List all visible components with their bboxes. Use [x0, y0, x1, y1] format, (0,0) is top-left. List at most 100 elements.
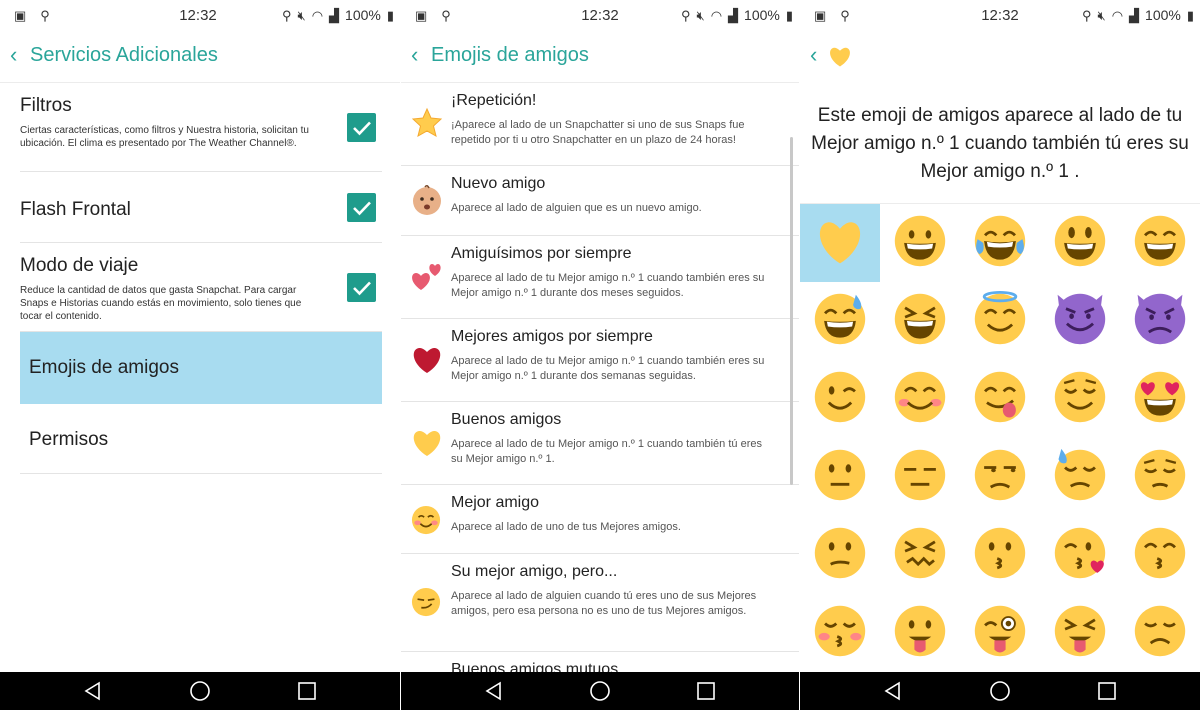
emoji-cell[interactable] — [800, 204, 880, 282]
kissing-smiling-eyes-icon — [1132, 525, 1188, 586]
emoji-cell[interactable] — [880, 594, 960, 672]
emoji-cell[interactable] — [880, 516, 960, 594]
expressionless-icon — [892, 447, 948, 508]
signal-icon: ▟ — [329, 7, 340, 23]
list-item[interactable]: ¡Repetición! ¡Aparece al lado de un Snap… — [401, 83, 799, 166]
status-bar: ▣ ⚲ 12:32 ⚲ 🔇︎ ◠ ▟ 100% ▮ — [800, 0, 1200, 31]
item-desc: Aparece al lado de alguien que es un nue… — [451, 202, 702, 214]
emoji-cell[interactable] — [960, 594, 1040, 672]
star-icon — [411, 107, 443, 144]
smile-icon — [1132, 213, 1188, 274]
scrollbar[interactable] — [790, 137, 793, 485]
smiley-icon — [1052, 213, 1108, 274]
yellow-heart-icon — [828, 44, 852, 73]
item-desc: ¡Aparece al lado de un Snapchatter si un… — [451, 119, 745, 146]
list-item[interactable]: Mejores amigos por siempre Aparece al la… — [401, 319, 799, 402]
emoji-cell[interactable] — [800, 282, 880, 360]
list-item[interactable]: Su mejor amigo, pero... Aparece al lado … — [401, 554, 799, 652]
yellow-heart-icon — [812, 213, 868, 274]
list-item[interactable]: Amiguísimos por siempre Aparece al lado … — [401, 236, 799, 319]
nav-recents-icon[interactable] — [686, 676, 726, 706]
emoji-cell[interactable] — [800, 360, 880, 438]
nav-back-icon[interactable] — [73, 676, 113, 706]
flash-frontal-checkbox[interactable] — [347, 193, 376, 222]
list-item[interactable]: Nuevo amigo Aparece al lado de alguien q… — [401, 166, 799, 236]
filtros-checkbox[interactable] — [347, 113, 376, 142]
wink-icon — [812, 369, 868, 430]
item-title: ¡Repetición! — [451, 92, 537, 109]
emoji-cell[interactable] — [1040, 516, 1120, 594]
modo-de-viaje-checkbox[interactable] — [347, 273, 376, 302]
list-item[interactable]: Mejor amigo Aparece al lado de uno de tu… — [401, 485, 799, 554]
pensive-icon — [1132, 447, 1188, 508]
emoji-cell[interactable] — [1120, 594, 1200, 672]
status-bar: ▣ ⚲ 12:32 ⚲ 🔇︎ ◠ ▟ 100% ▮ — [401, 0, 799, 31]
back-chevron-icon[interactable]: ‹ — [411, 42, 418, 68]
emoji-cell[interactable] — [1040, 438, 1120, 516]
nav-back-icon[interactable] — [474, 676, 514, 706]
settings-item-desc: Reduce la cantidad de datos que gasta Sn… — [20, 285, 302, 322]
item-desc: Aparece al lado de uno de tus Mejores am… — [451, 521, 681, 533]
settings-item-title: Filtros — [20, 95, 72, 116]
emoji-cell[interactable] — [1120, 282, 1200, 360]
location-icon: ⚲ — [281, 7, 292, 23]
page-title: Emojis de amigos — [431, 44, 589, 66]
list-item[interactable]: Buenos amigos mutuos — [401, 652, 799, 672]
status-bar: ▣ ⚲ 12:32 ⚲ 🔇︎ ◠ ▟ 100% ▮ — [0, 0, 400, 31]
nav-home-icon[interactable] — [180, 676, 220, 706]
settings-item-emojis-de-amigos[interactable]: Emojis de amigos — [20, 332, 382, 404]
battery-icon: ▮ — [785, 7, 793, 23]
item-title: Nuevo amigo — [451, 175, 546, 192]
battery-percent: 100% — [1145, 7, 1181, 23]
item-desc: Aparece al lado de tu Mejor amigo n.º 1 … — [451, 272, 765, 299]
emoji-cell[interactable] — [1120, 204, 1200, 282]
emoji-cell[interactable] — [800, 594, 880, 672]
emoji-grid — [800, 204, 1200, 672]
nav-back-icon[interactable] — [873, 676, 913, 706]
settings-item-flash-frontal[interactable]: Flash Frontal — [20, 172, 382, 243]
emoji-cell[interactable] — [1040, 282, 1120, 360]
friend-emoji-list: ¡Repetición! ¡Aparece al lado de un Snap… — [401, 83, 799, 672]
emoji-cell[interactable] — [800, 438, 880, 516]
emoji-cell[interactable] — [1040, 594, 1120, 672]
settings-item-permisos[interactable]: Permisos — [20, 404, 382, 474]
nav-home-icon[interactable] — [580, 676, 620, 706]
emoji-cell[interactable] — [960, 204, 1040, 282]
wifi-icon: ◠ — [311, 7, 324, 23]
emoji-cell[interactable] — [800, 516, 880, 594]
emoji-cell[interactable] — [960, 516, 1040, 594]
nav-recents-icon[interactable] — [287, 676, 327, 706]
mute-icon: 🔇︎ — [696, 7, 705, 23]
nav-home-icon[interactable] — [980, 676, 1020, 706]
list-item[interactable]: Buenos amigos Aparece al lado de tu Mejo… — [401, 402, 799, 485]
kissing-icon — [972, 525, 1028, 586]
nav-recents-icon[interactable] — [1087, 676, 1127, 706]
item-title: Amiguísimos por siempre — [451, 245, 632, 262]
item-title: Mejor amigo — [451, 494, 540, 511]
settings-item-modo-de-viaje[interactable]: Modo de viaje Reduce la cantidad de dato… — [20, 243, 382, 332]
emoji-cell[interactable] — [1040, 360, 1120, 438]
action-bar: ‹ Servicios Adicionales — [0, 31, 400, 83]
settings-item-filtros[interactable]: Filtros Ciertas características, como fi… — [20, 83, 382, 172]
laughing-icon — [892, 291, 948, 352]
battery-percent: 100% — [345, 7, 381, 23]
emoji-cell[interactable] — [1040, 204, 1120, 282]
back-chevron-icon[interactable]: ‹ — [810, 42, 817, 68]
location-icon: ⚲ — [1081, 7, 1092, 23]
emoji-cell[interactable] — [880, 438, 960, 516]
emoji-cell[interactable] — [1120, 360, 1200, 438]
emoji-cell[interactable] — [880, 282, 960, 360]
emoji-cell[interactable] — [1120, 516, 1200, 594]
emoji-cell[interactable] — [880, 360, 960, 438]
emoji-cell[interactable] — [880, 204, 960, 282]
emoji-cell[interactable] — [960, 438, 1040, 516]
emoji-cell[interactable] — [960, 360, 1040, 438]
baby-icon — [411, 184, 443, 221]
back-chevron-icon[interactable]: ‹ — [10, 42, 17, 68]
emoji-cell[interactable] — [1120, 438, 1200, 516]
neutral-icon — [812, 447, 868, 508]
kissing-closed-eyes-icon — [812, 603, 868, 664]
emoji-cell[interactable] — [960, 282, 1040, 360]
item-desc: Aparece al lado de tu Mejor amigo n.º 1 … — [451, 438, 762, 465]
settings-list: Filtros Ciertas características, como fi… — [20, 83, 382, 474]
